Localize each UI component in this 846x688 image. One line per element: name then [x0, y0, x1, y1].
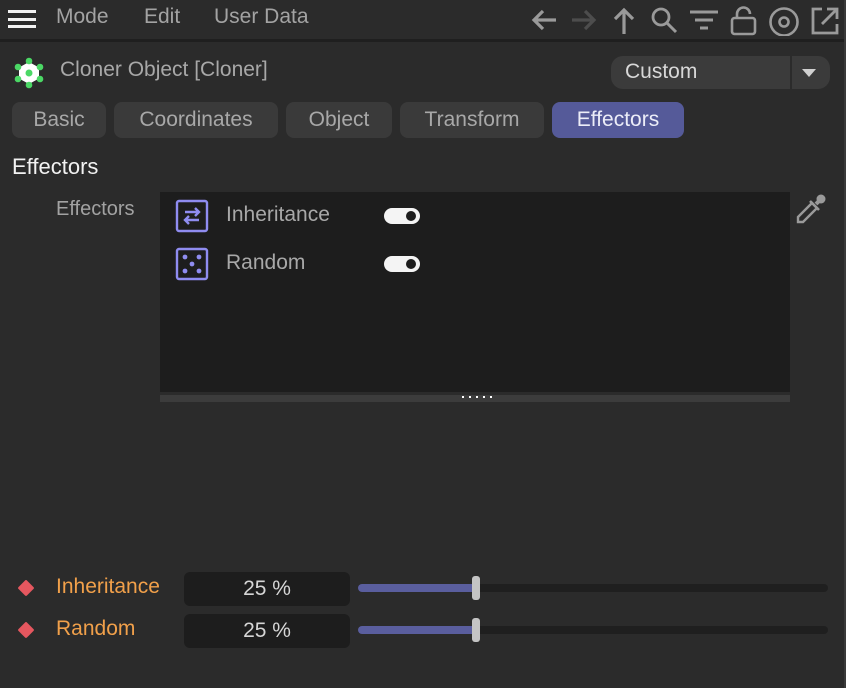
lock-icon[interactable] [728, 4, 760, 36]
chevron-down-icon[interactable] [802, 69, 816, 77]
slider-thumb[interactable] [472, 576, 480, 600]
param-label-inheritance: Inheritance [56, 575, 160, 598]
target-icon[interactable] [768, 4, 800, 37]
effectors-list[interactable]: Inheritance Random [160, 192, 790, 392]
open-external-icon[interactable] [808, 4, 840, 36]
param-label-random: Random [56, 617, 136, 640]
slider-fill [358, 584, 476, 592]
mode-dropdown-value: Custom [625, 60, 698, 83]
tab-transform[interactable]: Transform [400, 102, 544, 138]
object-title: Cloner Object [Cloner] [60, 58, 268, 81]
eyedropper-icon[interactable] [794, 192, 828, 226]
random-value-field[interactable]: 25 % [184, 614, 350, 648]
back-arrow-icon[interactable] [528, 4, 560, 36]
random-dice-icon [175, 247, 209, 281]
tab-object[interactable]: Object [286, 102, 392, 138]
inheritance-icon [175, 199, 209, 233]
effector-enable-toggle[interactable] [384, 256, 420, 272]
dropdown-divider [790, 56, 792, 89]
effector-enable-toggle[interactable] [384, 208, 420, 224]
up-arrow-icon[interactable] [608, 4, 640, 36]
search-icon[interactable] [648, 4, 680, 36]
mode-dropdown[interactable]: Custom [611, 56, 830, 89]
tab-coordinates[interactable]: Coordinates [114, 102, 278, 138]
filter-icon[interactable] [688, 4, 720, 36]
effector-name[interactable]: Inheritance [226, 203, 330, 227]
inheritance-slider[interactable] [358, 576, 828, 600]
menu-user-data[interactable]: User Data [214, 5, 309, 29]
tab-effectors[interactable]: Effectors [552, 102, 684, 138]
menu-mode[interactable]: Mode [56, 5, 109, 29]
slider-fill [358, 626, 476, 634]
section-title: Effectors [12, 154, 99, 179]
menu-edit[interactable]: Edit [144, 5, 180, 29]
keyframe-diamond-icon[interactable] [15, 619, 37, 641]
cloner-icon [12, 56, 46, 90]
menu-bar: Mode Edit User Data [0, 0, 846, 42]
slider-thumb[interactable] [472, 618, 480, 642]
effectors-field-label: Effectors [56, 198, 135, 220]
grip-dots-icon [462, 396, 492, 400]
inheritance-value-field[interactable]: 25 % [184, 572, 350, 606]
forward-arrow-icon [568, 4, 600, 36]
tab-basic[interactable]: Basic [12, 102, 106, 138]
keyframe-diamond-icon[interactable] [15, 577, 37, 599]
hamburger-menu-icon[interactable] [8, 10, 36, 30]
random-slider[interactable] [358, 618, 828, 642]
effector-name[interactable]: Random [226, 251, 305, 275]
